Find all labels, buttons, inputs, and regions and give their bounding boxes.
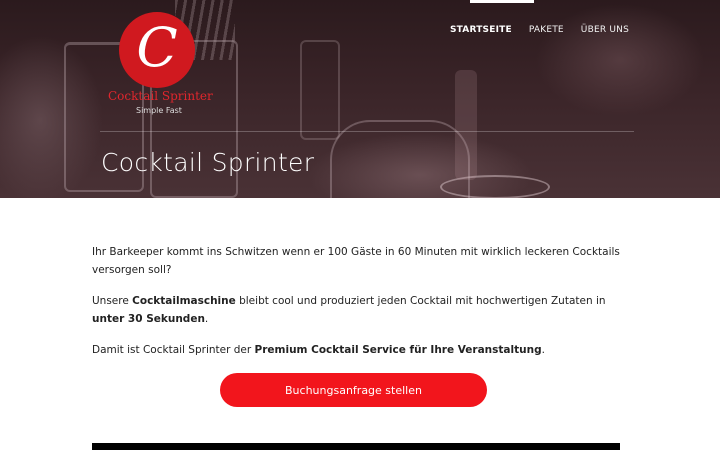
site-logo[interactable]: C Cocktail Sprinter Simple Fast [108, 10, 213, 120]
hero-divider [100, 131, 634, 132]
intro-paragraph-1: Ihr Barkeeper kommt ins Schwitzen wenn e… [92, 246, 620, 276]
nav-item-startseite[interactable]: STARTSEITE [450, 25, 512, 35]
main-navigation: STARTSEITE PAKETE ÜBER UNS [450, 25, 629, 35]
text-span: bleibt cool und produziert jeden Cocktai… [235, 295, 606, 307]
logo-badge: C [119, 12, 195, 88]
nav-item-ueber-uns[interactable]: ÜBER UNS [581, 25, 629, 35]
text-span: . [541, 344, 545, 356]
hero-banner: C Cocktail Sprinter Simple Fast STARTSEI… [0, 0, 720, 198]
hero-background-image [300, 40, 340, 140]
text-span: . [204, 313, 209, 325]
active-nav-indicator [470, 0, 534, 3]
highlight-premium-service: Premium Cocktail Service für Ihre Verans… [254, 344, 542, 356]
intro-paragraph-3: Damit ist Cocktail Sprinter der Premium … [92, 341, 632, 359]
hero-background-image [455, 70, 477, 180]
intro-paragraph-2: Unsere Cocktailmaschine bleibt cool und … [92, 292, 632, 328]
page-title: Cocktail Sprinter [101, 148, 315, 177]
logo-tagline: Simple Fast [136, 106, 182, 115]
highlight-unter-30-sekunden: unter 30 Sekunden [92, 313, 205, 325]
video-embed[interactable] [92, 443, 620, 450]
text-span: Unsere [92, 295, 133, 307]
logo-name: Cocktail Sprinter [108, 89, 213, 103]
booking-request-button[interactable]: Buchungsanfrage stellen [220, 373, 487, 407]
intro-text: Ihr Barkeeper kommt ins Schwitzen wenn e… [92, 243, 632, 372]
nav-item-pakete[interactable]: PAKETE [529, 25, 564, 35]
highlight-cocktailmaschine: Cocktailmaschine [132, 295, 236, 307]
logo-letter: C [136, 16, 178, 79]
text-span: Damit ist Cocktail Sprinter der [92, 344, 255, 356]
